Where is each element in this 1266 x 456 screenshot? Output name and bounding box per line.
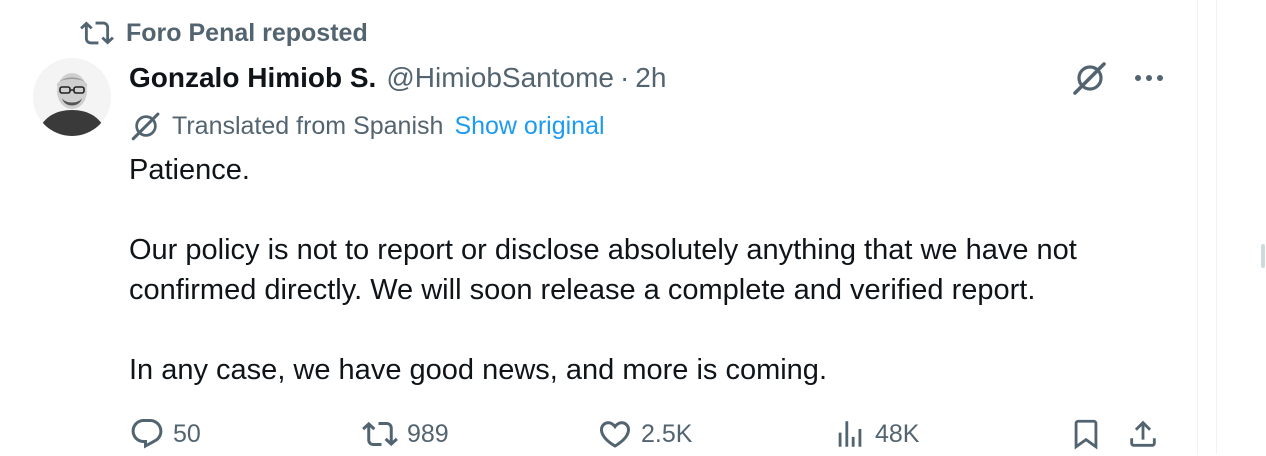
reply-icon	[131, 419, 163, 449]
show-original-link[interactable]: Show original	[454, 112, 604, 141]
share-icon	[1130, 420, 1156, 447]
post-paragraph: Our policy is not to report or disclose …	[129, 234, 1077, 306]
repost-label: Foro Penal reposted	[126, 18, 368, 47]
post-timestamp[interactable]: 2h	[635, 62, 666, 94]
translated-label: Translated from Spanish	[172, 111, 444, 140]
avatar[interactable]	[33, 58, 111, 136]
post-paragraph: In any case, we have good news, and more…	[129, 354, 827, 386]
column-divider	[1216, 0, 1217, 454]
like-button[interactable]: 2.5K	[597, 412, 692, 456]
author-name[interactable]: Gonzalo Himiob S.	[129, 62, 376, 94]
grok-icon[interactable]	[1070, 58, 1110, 98]
post-header: Gonzalo Himiob S. @HimiobSantome · 2h	[129, 58, 666, 98]
more-options-icon[interactable]	[1132, 58, 1166, 98]
repost-icon	[362, 421, 398, 447]
views-icon	[838, 421, 862, 447]
translation-bar: Translated from Spanish Show original	[129, 108, 605, 144]
like-count: 2.5K	[641, 419, 693, 448]
reply-count: 50	[173, 419, 201, 448]
repost-button[interactable]: 989	[361, 412, 449, 456]
post-text: Patience. Our policy is not to report or…	[129, 150, 1179, 390]
bookmark-button[interactable]	[1069, 412, 1103, 456]
view-count: 48K	[875, 419, 920, 448]
post-card[interactable]: Foro Penal reposted Gonzalo Himiob S. @H…	[0, 0, 1198, 454]
scrollbar-thumb[interactable]	[1261, 244, 1265, 268]
views-button[interactable]: 48K	[833, 412, 919, 456]
post-actions: 50 989 2.5K 48K	[129, 412, 1169, 456]
post-top-actions	[1070, 58, 1166, 98]
repost-indicator[interactable]: Foro Penal reposted	[80, 16, 368, 50]
bookmark-icon	[1074, 419, 1098, 450]
post-paragraph: Patience.	[129, 154, 250, 186]
author-handle[interactable]: @HimiobSantome	[386, 62, 614, 94]
heart-icon	[599, 421, 631, 448]
translate-icon	[131, 112, 160, 141]
share-button[interactable]	[1126, 412, 1160, 456]
separator-dot: ·	[619, 62, 630, 93]
repost-icon	[80, 21, 114, 45]
repost-count: 989	[407, 419, 449, 448]
reply-button[interactable]: 50	[129, 412, 201, 456]
